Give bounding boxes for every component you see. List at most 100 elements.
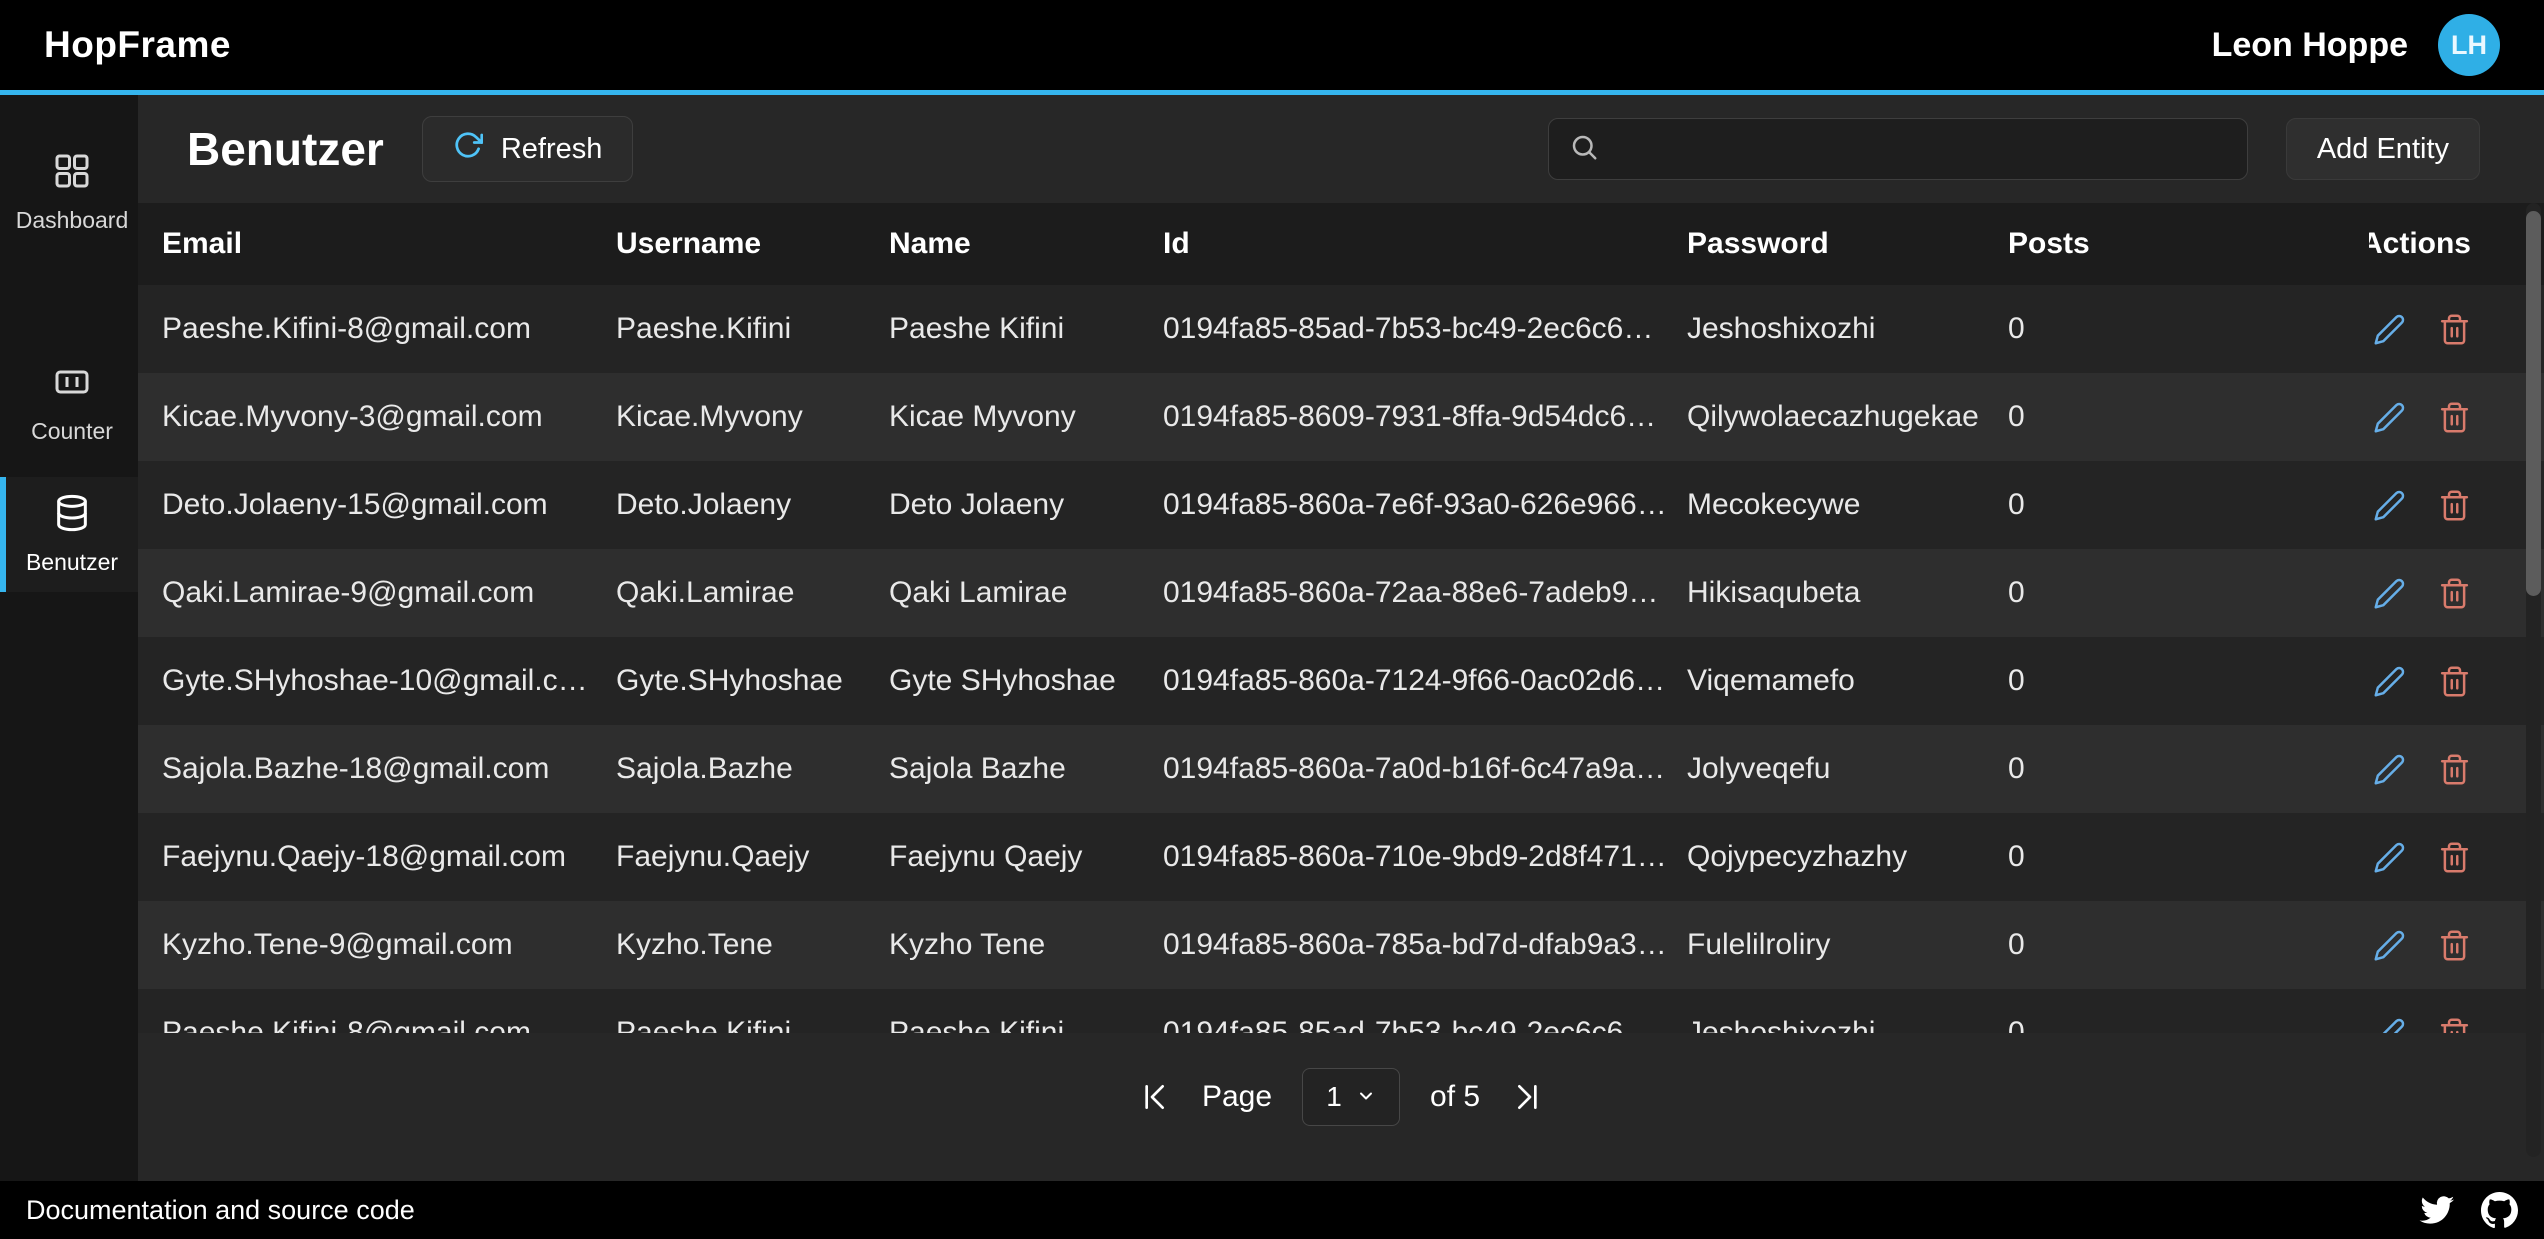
- refresh-icon: [453, 130, 483, 168]
- sidebar-item-dashboard[interactable]: Dashboard: [0, 135, 138, 250]
- edit-button[interactable]: [2373, 753, 2406, 786]
- cell-email: Kyzho.Tene-9@gmail.com: [162, 928, 616, 962]
- table-row: Sajola.Bazhe-18@gmail.com Sajola.Bazhe S…: [138, 725, 2544, 813]
- cell-id: 0194fa85-8609-7931-8ffa-9d54dc69...: [1163, 400, 1687, 434]
- counter-icon: [52, 362, 92, 408]
- topbar: HopFrame Leon Hoppe LH: [0, 0, 2544, 95]
- search-box: [1548, 118, 2248, 180]
- database-icon: [52, 493, 92, 539]
- cell-email: Paeshe.Kifini-8@gmail.com: [162, 312, 616, 346]
- cell-username: Paeshe.Kifini: [616, 312, 889, 346]
- cell-email: Deto.Jolaeny-15@gmail.com: [162, 488, 616, 522]
- sidebar: Dashboard Counter Benutzer: [0, 95, 138, 1181]
- page-select-value: 1: [1326, 1081, 1342, 1113]
- delete-button[interactable]: [2438, 1017, 2471, 1034]
- column-header-actions: Actions: [2369, 227, 2544, 261]
- scrollbar-thumb[interactable]: [2526, 211, 2541, 596]
- github-icon[interactable]: [2481, 1192, 2518, 1229]
- column-header-email: Email: [162, 227, 616, 261]
- delete-button[interactable]: [2438, 665, 2471, 698]
- page-select[interactable]: 1: [1302, 1068, 1400, 1126]
- page-title: Benutzer: [187, 122, 384, 176]
- main-header: Benutzer Refresh: [138, 95, 2544, 203]
- vertical-scrollbar[interactable]: [2526, 203, 2541, 1157]
- bird-icon[interactable]: [2418, 1192, 2455, 1229]
- chevron-down-icon: [1356, 1081, 1376, 1113]
- delete-button[interactable]: [2438, 489, 2471, 522]
- add-entity-button[interactable]: Add Entity: [2286, 118, 2480, 180]
- cell-password: Viqemamefo: [1687, 664, 2008, 698]
- cell-posts: 0: [2008, 840, 2369, 874]
- edit-button[interactable]: [2373, 929, 2406, 962]
- search-input[interactable]: [1615, 133, 2227, 165]
- table-header-row: Email Username Name Id Password Posts Ac…: [138, 203, 2544, 285]
- cell-username: Paeshe.Kifini: [616, 1016, 889, 1033]
- cell-password: Qilywolaecazhugekae: [1687, 400, 2008, 434]
- cell-email: Sajola.Bazhe-18@gmail.com: [162, 752, 616, 786]
- column-header-id: Id: [1163, 227, 1687, 261]
- edit-button[interactable]: [2373, 401, 2406, 434]
- user-name: Leon Hoppe: [2212, 26, 2408, 65]
- edit-button[interactable]: [2373, 841, 2406, 874]
- cell-id: 0194fa85-860a-7a0d-b16f-6c47a9ae...: [1163, 752, 1687, 786]
- edit-button[interactable]: [2373, 1017, 2406, 1034]
- cell-posts: 0: [2008, 488, 2369, 522]
- search-icon: [1569, 132, 1599, 167]
- cell-actions: [2369, 1017, 2544, 1034]
- delete-button[interactable]: [2438, 929, 2471, 962]
- cell-id: 0194fa85-860a-72aa-88e6-7adeb902...: [1163, 576, 1687, 610]
- documentation-link[interactable]: Documentation and source code: [26, 1195, 415, 1226]
- delete-button[interactable]: [2438, 841, 2471, 874]
- cell-name: Kicae Myvony: [889, 400, 1163, 434]
- cell-actions: [2369, 577, 2544, 610]
- cell-username: Kyzho.Tene: [616, 928, 889, 962]
- column-header-posts: Posts: [2008, 227, 2369, 261]
- sidebar-item-label: Counter: [31, 418, 113, 445]
- cell-email: Faejynu.Qaejy-18@gmail.com: [162, 840, 616, 874]
- cell-name: Paeshe Kifini: [889, 1016, 1163, 1033]
- cell-email: Kicae.Myvony-3@gmail.com: [162, 400, 616, 434]
- edit-button[interactable]: [2373, 665, 2406, 698]
- entity-table: Email Username Name Id Password Posts Ac…: [138, 203, 2544, 1033]
- delete-button[interactable]: [2438, 401, 2471, 434]
- table-row: Faejynu.Qaejy-18@gmail.com Faejynu.Qaejy…: [138, 813, 2544, 901]
- cell-name: Sajola Bazhe: [889, 752, 1163, 786]
- cell-id: 0194fa85-85ad-7b53-bc49-2ec6c63f...: [1163, 312, 1687, 346]
- cell-username: Sajola.Bazhe: [616, 752, 889, 786]
- first-page-button[interactable]: [1140, 1081, 1172, 1113]
- edit-button[interactable]: [2373, 577, 2406, 610]
- edit-button[interactable]: [2373, 313, 2406, 346]
- table-row: Paeshe.Kifini-8@gmail.com Paeshe.Kifini …: [138, 285, 2544, 373]
- column-header-name: Name: [889, 227, 1163, 261]
- page-total-label: of 5: [1430, 1080, 1480, 1114]
- cell-posts: 0: [2008, 664, 2369, 698]
- cell-name: Faejynu Qaejy: [889, 840, 1163, 874]
- sidebar-item-benutzer[interactable]: Benutzer: [0, 477, 138, 592]
- cell-password: Jeshoshixozhi: [1687, 1016, 2008, 1033]
- cell-password: Hikisaqubeta: [1687, 576, 2008, 610]
- delete-button[interactable]: [2438, 313, 2471, 346]
- table-row: Qaki.Lamirae-9@gmail.com Qaki.Lamirae Qa…: [138, 549, 2544, 637]
- cell-password: Mecokecywe: [1687, 488, 2008, 522]
- cell-email: Paeshe.Kifini-8@gmail.com: [162, 1016, 616, 1033]
- edit-button[interactable]: [2373, 489, 2406, 522]
- cell-actions: [2369, 929, 2544, 962]
- delete-button[interactable]: [2438, 753, 2471, 786]
- cell-username: Qaki.Lamirae: [616, 576, 889, 610]
- sidebar-item-counter[interactable]: Counter: [0, 346, 138, 461]
- avatar[interactable]: LH: [2438, 14, 2500, 76]
- cell-username: Kicae.Myvony: [616, 400, 889, 434]
- cell-actions: [2369, 753, 2544, 786]
- refresh-button[interactable]: Refresh: [422, 116, 634, 182]
- delete-button[interactable]: [2438, 577, 2471, 610]
- cell-name: Kyzho Tene: [889, 928, 1163, 962]
- main-content: Benutzer Refresh: [138, 95, 2544, 1181]
- cell-name: Paeshe Kifini: [889, 312, 1163, 346]
- cell-password: Qojypecyzhazhy: [1687, 840, 2008, 874]
- topbar-user-area: Leon Hoppe LH: [2212, 14, 2500, 76]
- pagination: Page 1 of 5: [138, 1043, 2544, 1151]
- last-page-button[interactable]: [1510, 1081, 1542, 1113]
- footer-icons: [2418, 1192, 2518, 1229]
- cell-posts: 0: [2008, 928, 2369, 962]
- cell-actions: [2369, 489, 2544, 522]
